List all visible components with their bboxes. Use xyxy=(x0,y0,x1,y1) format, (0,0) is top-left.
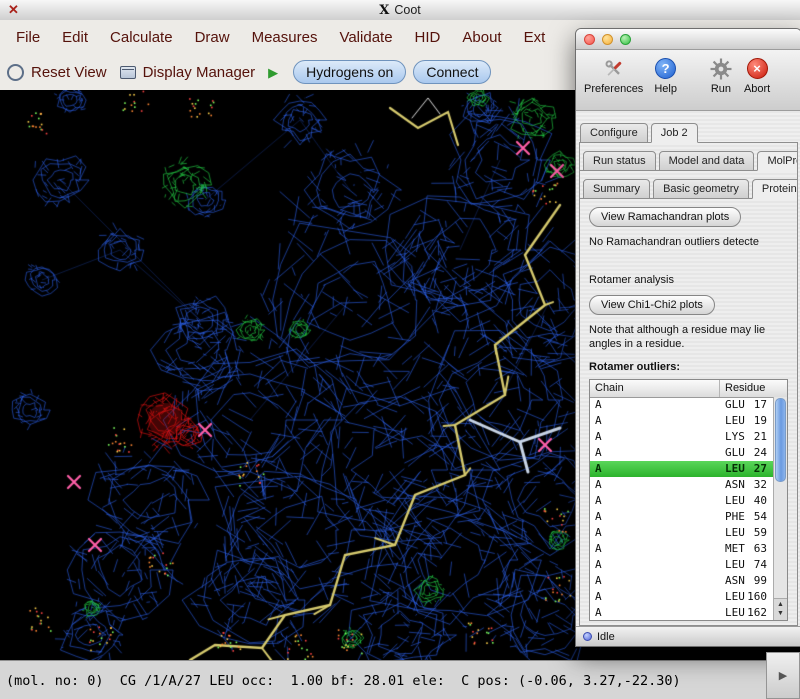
scroll-corner[interactable]: ▶ xyxy=(766,652,800,699)
rotamer-analysis-label: Rotamer analysis xyxy=(589,274,674,286)
job-frame: Run status Model and data MolProbit Summ… xyxy=(579,142,798,626)
scrollbar-arrows[interactable]: ▲▼ xyxy=(774,598,787,620)
view-ramachandran-button[interactable]: View Ramachandran plots xyxy=(589,207,741,227)
rotamer-outliers-table: Chain Residue AGLU17ALEU19ALYS21AGLU24AL… xyxy=(589,379,788,621)
help-button[interactable]: ? Help xyxy=(654,55,677,95)
rotamer-row[interactable]: AGLU24 xyxy=(590,445,774,461)
status-indicator-icon xyxy=(583,632,592,641)
tab-run-status[interactable]: Run status xyxy=(583,151,656,171)
menu-measures[interactable]: Measures xyxy=(241,29,329,46)
tab-basic-geometry[interactable]: Basic geometry xyxy=(653,179,749,199)
reset-view-icon[interactable] xyxy=(7,64,24,81)
run-button[interactable]: Run xyxy=(709,55,733,95)
tab-molprobity[interactable]: MolProbit xyxy=(757,151,798,171)
dialog-toolbar: Preferences ? Help xyxy=(576,50,800,111)
rotamer-outliers-label: Rotamer outliers: xyxy=(589,361,680,373)
rotamer-row[interactable]: ALEU162 xyxy=(590,605,774,620)
rotamer-note-line1: Note that although a residue may lie xyxy=(589,324,765,336)
notebook-level3: Summary Basic geometry Protein C xyxy=(580,171,797,199)
table-body: AGLU17ALEU19ALYS21AGLU24ALEU27AASN32ALEU… xyxy=(590,397,774,620)
tab-summary[interactable]: Summary xyxy=(583,179,650,199)
dialog-titlebar[interactable] xyxy=(576,29,800,50)
rotamer-row[interactable]: ALEU27 xyxy=(590,461,774,477)
atom-status-text: (mol. no: 0) CG /1/A/27 LEU occ: 1.00 bf… xyxy=(6,673,681,689)
display-manager-button[interactable]: Display Manager xyxy=(143,64,256,81)
view-chi-plots-button[interactable]: View Chi1-Chi2 plots xyxy=(589,295,715,315)
rotamer-note-line2: angles in a residue. xyxy=(589,338,684,350)
preferences-label: Preferences xyxy=(584,83,643,95)
preferences-button[interactable]: Preferences xyxy=(584,55,643,95)
menu-edit[interactable]: Edit xyxy=(51,29,99,46)
protein-panel: View Ramachandran plots No Ramachandran … xyxy=(580,198,797,625)
rotamer-row[interactable]: ALEU74 xyxy=(590,557,774,573)
green-arrow-icon[interactable]: ▶ xyxy=(268,66,278,79)
reset-view-button[interactable]: Reset View xyxy=(31,64,107,81)
tab-configure[interactable]: Configure xyxy=(580,123,648,143)
molprobity-frame: Summary Basic geometry Protein C View Ra… xyxy=(580,170,797,625)
help-icon: ? xyxy=(655,58,676,79)
menu-ext[interactable]: Ext xyxy=(513,29,557,46)
tab-protein[interactable]: Protein xyxy=(752,179,797,199)
dialog-status-bar: Idle xyxy=(576,626,800,646)
zoom-light-icon[interactable] xyxy=(620,34,631,45)
ramachandran-result: No Ramachandran outliers detecte xyxy=(589,236,759,248)
rotamer-row[interactable]: APHE54 xyxy=(590,509,774,525)
menu-file[interactable]: File xyxy=(5,29,51,46)
menu-calculate[interactable]: Calculate xyxy=(99,29,184,46)
abort-icon: × xyxy=(747,58,768,79)
coot-status-bar: (mol. no: 0) CG /1/A/27 LEU occ: 1.00 bf… xyxy=(0,660,800,699)
tab-job-2[interactable]: Job 2 xyxy=(651,123,698,143)
rotamer-row[interactable]: AMET63 xyxy=(590,541,774,557)
scroll-right-icon: ▶ xyxy=(779,669,787,682)
table-scrollbar[interactable]: ▲▼ xyxy=(773,397,787,620)
table-header: Chain Residue xyxy=(590,380,787,398)
rotamer-row[interactable]: ALEU40 xyxy=(590,493,774,509)
scrollbar-thumb[interactable] xyxy=(775,398,786,482)
abort-button[interactable]: × Abort xyxy=(744,55,770,95)
notebook-level2: Run status Model and data MolProbit xyxy=(580,143,797,171)
column-header-residue[interactable]: Residue xyxy=(720,380,787,397)
abort-label: Abort xyxy=(744,83,770,95)
rotamer-row[interactable]: ALEU59 xyxy=(590,525,774,541)
rotamer-row[interactable]: ALEU160 xyxy=(590,589,774,605)
help-label: Help xyxy=(654,83,677,95)
display-manager-icon[interactable] xyxy=(120,66,136,79)
rotamer-row[interactable]: ALYS21 xyxy=(590,429,774,445)
screen: ✕ X Coot FileEditCalculateDrawMeasuresVa… xyxy=(0,0,800,699)
menu-hid[interactable]: HID xyxy=(404,29,452,46)
window-title: X Coot xyxy=(0,0,800,20)
tab-model-and-data[interactable]: Model and data xyxy=(659,151,755,171)
molprobity-window: Preferences ? Help xyxy=(575,28,800,647)
gear-icon xyxy=(709,55,733,82)
menu-draw[interactable]: Draw xyxy=(184,29,241,46)
column-header-chain[interactable]: Chain xyxy=(590,380,720,397)
run-label: Run xyxy=(711,83,731,95)
preferences-icon xyxy=(602,55,626,82)
rotamer-row[interactable]: AGLU17 xyxy=(590,397,774,413)
hydrogens-toggle[interactable]: Hydrogens on xyxy=(293,60,406,84)
menu-validate[interactable]: Validate xyxy=(328,29,403,46)
coot-titlebar[interactable]: ✕ X Coot xyxy=(0,0,800,21)
rotamer-row[interactable]: AASN99 xyxy=(590,573,774,589)
minimize-light-icon[interactable] xyxy=(602,34,613,45)
rotamer-row[interactable]: AASN32 xyxy=(590,477,774,493)
x11-icon: X xyxy=(379,3,389,18)
connect-toggle[interactable]: Connect xyxy=(413,60,491,84)
window-title-text: Coot xyxy=(394,3,420,17)
rotamer-row[interactable]: ALEU19 xyxy=(590,413,774,429)
dialog-status-text: Idle xyxy=(597,631,615,643)
close-light-icon[interactable] xyxy=(584,34,595,45)
notebook-level1: Configure Job 2 xyxy=(576,111,800,143)
menu-about[interactable]: About xyxy=(451,29,512,46)
